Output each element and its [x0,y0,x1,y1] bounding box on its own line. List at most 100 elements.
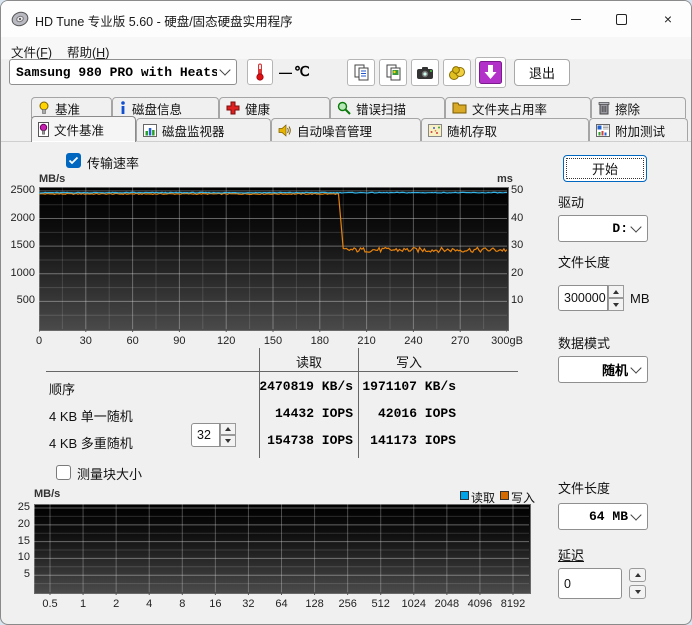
tab-extra-tests[interactable]: 附加测试 [589,118,688,142]
y2-axis-tick-label: 40 [511,212,535,224]
menubar: 文件(F) 帮助(H) [1,37,692,59]
x-axis-tick-label: 30 [64,335,108,347]
arrow-up-icon [225,427,231,431]
file-length-unit: MB [630,291,650,306]
copy-text-icon [353,64,370,81]
seq-write-value: 1971107 KB/s [346,379,456,394]
tab-benchmark[interactable]: 基准 [31,97,112,118]
bulb-icon [38,101,50,115]
tab-disk-info[interactable]: 磁盘信息 [112,97,219,118]
row-label-sequential: 顺序 [49,379,75,398]
y-axis-tick-label: 25 [0,501,30,513]
transfer-rate-label: 传输速率 [87,153,139,172]
legend-write-swatch [500,491,509,500]
speaker-icon [278,124,292,137]
tab-file-benchmark[interactable]: 文件基准 [31,116,136,142]
tab-disk-monitor[interactable]: 磁盘监视器 [136,118,271,142]
save-gold-icon [448,65,466,81]
y2-axis-tick-label: 30 [511,239,535,251]
bottom-chart-y-axis-label: MB/s [34,488,60,500]
tab-erase[interactable]: 擦除 [591,97,686,118]
drive-label: 驱动 [558,192,584,211]
queue-depth-input[interactable]: 32 [191,423,220,447]
file-length-label: 文件长度 [558,252,610,271]
y-axis-tick-label: 1500 [2,239,35,251]
block-size-label: 测量块大小 [77,464,142,483]
drive-combo[interactable]: D: [558,215,648,242]
y-axis-tick-label: 500 [2,294,35,306]
screenshot-button[interactable] [411,59,439,86]
download-icon [479,61,502,84]
camera-icon [416,66,434,80]
temperature-value: — [279,65,292,80]
arrow-down-icon [225,439,231,443]
x-axis-tick-label: 0 [17,335,61,347]
chevron-down-icon [630,509,641,520]
temperature-unit: ℃ [294,63,310,80]
y-axis-tick-label: 20 [0,518,30,530]
spin-up-button[interactable] [608,285,624,298]
top-chart-y-axis-label: MB/s [39,173,65,185]
close-button[interactable]: × [646,1,690,37]
download-results-button[interactable] [475,57,506,88]
legend-read-swatch [460,491,469,500]
data-mode-label: 数据模式 [558,333,610,352]
drive-select-combo[interactable]: Samsung 980 PRO with Heatsink 2T4] [9,59,237,85]
copy-image-button[interactable] [379,59,407,86]
titlebar: HD Tune 专业版 5.60 - 硬盘/固态硬盘实用程序 × [1,1,692,37]
x-axis-tick-label: 240 [391,335,435,347]
app-icon [11,10,29,28]
x-axis-tick-label: 180 [298,335,342,347]
temperature-button[interactable] [247,59,273,85]
y-axis-tick-label: 5 [0,568,30,580]
maximize-button[interactable] [599,1,643,37]
spin-down-button[interactable] [608,298,624,311]
x-axis-tick-label: 300gB [485,335,529,347]
tab-health[interactable]: 健康 [219,97,330,118]
delay-label: 延迟 [558,545,584,564]
delay-spin-up-button[interactable] [629,568,646,582]
y-axis-tick-label: 2000 [2,212,35,224]
delay-spin-down-button[interactable] [629,585,646,599]
toolbar: Samsung 980 PRO with Heatsink 2T4] — ℃ [1,59,692,93]
file-length-spinner [608,285,624,311]
y-axis-tick-label: 2500 [2,184,35,196]
4k-multi-write-value: 141173 IOPS [346,433,456,448]
chevron-down-icon [219,64,230,75]
exit-button[interactable]: 退出 [514,59,570,86]
queue-depth-spinner [220,423,236,447]
transfer-rate-chart [39,187,509,331]
spin-up-button[interactable] [220,423,236,435]
random-dots-icon [428,124,442,137]
data-mode-combo[interactable]: 随机 [558,356,648,383]
block-size-checkbox[interactable] [56,465,71,480]
extra-tests-icon [596,124,610,137]
transfer-rate-checkbox[interactable] [66,153,81,168]
close-icon: × [664,12,672,26]
delay-input[interactable]: 0 [558,568,622,599]
block-file-length-combo[interactable]: 64 MB [558,503,648,530]
chevron-down-icon [630,221,641,232]
arrow-up-icon [635,573,641,577]
file-length-input[interactable]: 300000 [558,285,608,311]
table-header-rule [46,371,518,372]
info-icon [119,101,127,115]
row-label-4k-multi: 4 KB 多重随机 [49,433,133,452]
tab-aam[interactable]: 自动噪音管理 [271,118,421,142]
arrow-up-icon [613,290,619,294]
4k-single-read-value: 14432 IOPS [241,406,353,421]
tab-random-access[interactable]: 随机存取 [421,118,589,142]
tab-folder-usage[interactable]: 文件夹占用率 [445,97,591,118]
drive-select-value: Samsung 980 PRO with Heatsink 2T4] [16,65,217,80]
save-button[interactable] [443,59,471,86]
copy-text-button[interactable] [347,59,375,86]
minimize-button[interactable] [554,1,598,37]
arrow-down-icon [613,303,619,307]
tab-error-scan[interactable]: 错误扫描 [330,97,445,118]
health-cross-icon [226,101,240,115]
spin-down-button[interactable] [220,435,236,447]
folder-icon [452,102,467,114]
start-button[interactable]: 开始 [563,155,647,182]
y2-axis-tick-label: 20 [511,267,535,279]
col-header-read: 读取 [260,352,358,371]
